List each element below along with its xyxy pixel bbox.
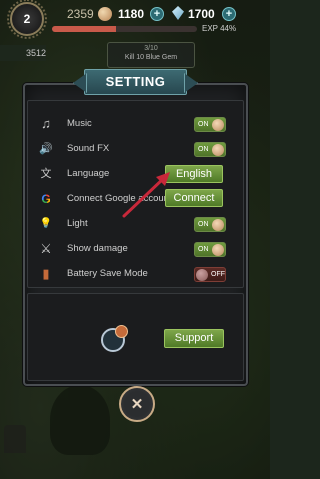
gem-icon — [172, 6, 184, 20]
setting-label-battery-save: Battery Save Mode — [67, 268, 148, 279]
exp-label: EXP 44% — [202, 24, 237, 33]
coin-amount: 1180 — [118, 7, 145, 21]
setting-label-show-damage: Show damage — [67, 243, 128, 254]
settings-title: SETTING — [84, 69, 187, 95]
toggle-knob — [196, 269, 208, 281]
add-coins-button[interactable]: + — [150, 7, 164, 21]
setting-label-sound-fx: Sound FX — [67, 143, 110, 154]
sound-fx-toggle-state: ON — [198, 146, 209, 153]
speaker-icon: 🔊 — [39, 143, 53, 155]
top-hud: 2 2359 1180 + 1700 + EXP 44% — [0, 0, 270, 39]
gold-amount: 2359 — [67, 7, 94, 21]
support-button[interactable]: Support — [164, 329, 224, 348]
music-note-icon: ♫ — [41, 116, 51, 131]
light-toggle-state: ON — [198, 221, 209, 228]
crossed-swords-icon: ⚔ — [40, 241, 52, 256]
score-value: 3512 — [26, 48, 47, 58]
red-arrow-annotation — [122, 172, 170, 218]
music-toggle-state: ON — [198, 121, 209, 128]
quest-text: Kill 10 Blue Gem — [124, 54, 178, 61]
setting-row-music: ♫ Music ON — [28, 114, 245, 134]
player-level: 2 — [23, 12, 31, 26]
setting-label-light: Light — [67, 218, 88, 229]
player-level-badge[interactable]: 2 — [7, 0, 47, 39]
lightbulb-icon: 💡 — [39, 218, 53, 229]
setting-row-battery-save: ▮ Battery Save Mode OFF — [28, 264, 245, 284]
toggle-knob — [212, 119, 224, 131]
toggle-knob — [212, 244, 224, 256]
score-tag: 3512 — [0, 45, 46, 61]
setting-label-music: Music — [67, 118, 92, 129]
quest-progress: 3/10 — [144, 45, 158, 52]
quest-banner: 3/10 Kill 10 Blue Gem — [107, 42, 195, 68]
gem-amount: 1700 — [188, 7, 215, 21]
exp-progress-fill — [52, 26, 116, 32]
setting-row-show-damage: ⚔ Show damage ON — [28, 239, 245, 259]
add-gems-button[interactable]: + — [222, 7, 236, 21]
light-toggle[interactable]: ON — [194, 217, 226, 232]
battery-icon: ▮ — [42, 266, 50, 281]
battery-save-toggle[interactable]: OFF — [194, 267, 226, 282]
music-toggle[interactable]: ON — [194, 117, 226, 132]
close-icon: ✕ — [130, 396, 144, 413]
sound-fx-toggle[interactable]: ON — [194, 142, 226, 157]
show-damage-toggle-state: ON — [198, 246, 209, 253]
show-damage-toggle[interactable]: ON — [194, 242, 226, 257]
toggle-knob — [212, 219, 224, 231]
toggle-knob — [212, 144, 224, 156]
setting-label-language: Language — [67, 168, 110, 179]
google-icon: G — [38, 191, 54, 207]
close-settings-button[interactable]: ✕ — [119, 386, 155, 422]
coin-icon — [98, 7, 112, 21]
exp-progress-bar — [52, 26, 197, 32]
battery-save-toggle-state: OFF — [211, 271, 225, 278]
setting-row-sound-fx: 🔊 Sound FX ON — [28, 139, 245, 159]
translate-icon: 文 — [40, 168, 52, 180]
community-emblem-icon[interactable] — [101, 325, 128, 352]
